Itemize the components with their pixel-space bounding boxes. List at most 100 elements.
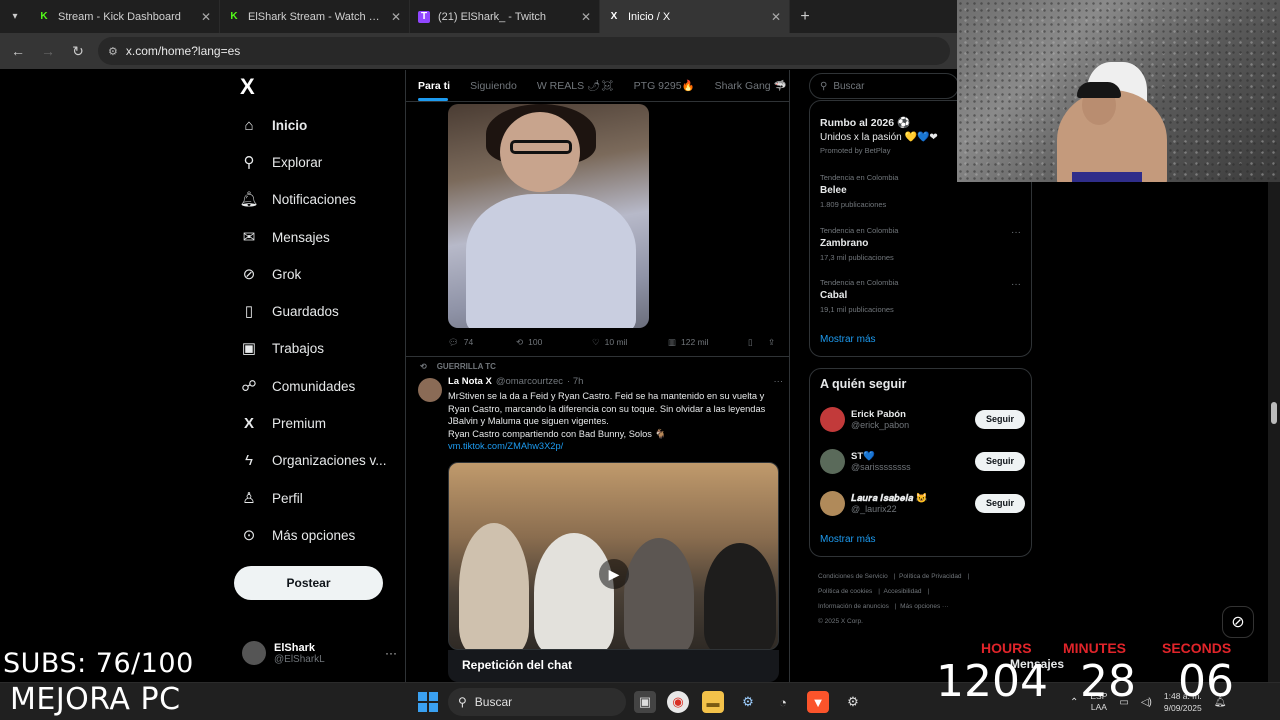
sidebar-footer: Condiciones de Servicio | Política de Pri… [818, 573, 970, 625]
timeline[interactable]: Para ti Siguiendo W REALS 🌶☠ PTG 9295🔥 S… [405, 70, 790, 682]
repost-by[interactable]: GUERRILLA TC [437, 362, 496, 371]
profile-name: ElShark [274, 641, 315, 654]
follow-suggestion[interactable]: 𝑳𝒂𝒖𝒓𝒂 𝑰𝒔𝒂𝒃𝒆𝒍𝒂 😺 @_laurix22 Seguir [820, 490, 1025, 516]
task-view-icon[interactable]: ▣ [634, 691, 656, 713]
brave-icon[interactable]: ▼ [807, 691, 829, 713]
footer-link[interactable]: Política de Privacidad [899, 573, 962, 580]
nav-item-trabajos[interactable]: ▣ Trabajos [240, 335, 324, 361]
browser-tab-1[interactable]: K ElShark Stream - Watch Live on ✕ [220, 0, 410, 33]
reply-icon: 💬︎ [448, 336, 459, 347]
nav-item-perfil[interactable]: ♙ Perfil [240, 485, 303, 511]
tab-title: ElShark Stream - Watch Live on [248, 10, 383, 23]
avatar[interactable] [418, 378, 442, 402]
chrome-icon[interactable]: ◉ [667, 691, 689, 713]
reply-button[interactable]: 💬︎ 74 [448, 337, 516, 348]
tweet-video[interactable]: ▶ [448, 462, 779, 650]
bookmark-button[interactable]: ▯ [748, 337, 768, 348]
tab-para-ti[interactable]: Para ti [418, 80, 450, 92]
more-icon: ⊙ [242, 527, 256, 544]
follow-suggestion[interactable]: Erick Pabón @erick_pabon Seguir [820, 406, 1025, 432]
like-button[interactable]: ♡ 10 mil [592, 337, 668, 348]
follow-button[interactable]: Seguir [975, 409, 1025, 429]
avatar[interactable] [820, 490, 845, 516]
close-icon[interactable]: ✕ [201, 10, 211, 24]
more-dots-icon[interactable]: ··· [385, 646, 397, 660]
footer-link[interactable]: Política de cookies [818, 588, 872, 595]
show-more-link[interactable]: Mostrar más [820, 534, 876, 545]
avatar[interactable] [820, 448, 845, 474]
account-switcher[interactable]: ElShark @ElSharkL ··· [242, 638, 397, 668]
trend-item[interactable]: Tendencia en Colombia Belee 1.809 public… [820, 173, 898, 209]
tab-list-ptg[interactable]: PTG 9295🔥 [634, 79, 695, 92]
author-name[interactable]: La Nota X [448, 376, 492, 387]
footer-link[interactable]: Accesibilidad [884, 588, 922, 595]
follow-button[interactable]: Seguir [975, 451, 1025, 471]
footer-link[interactable]: Condiciones de Servicio [818, 573, 888, 580]
close-icon[interactable]: ✕ [771, 10, 781, 24]
back-arrow-icon[interactable]: ← [8, 43, 28, 59]
file-explorer-icon[interactable]: ▬ [702, 691, 724, 713]
more-dots-icon[interactable]: ··· [1011, 279, 1021, 290]
site-info-icon[interactable]: ⚙ [108, 45, 118, 58]
views-button[interactable]: ▥ 122 mil [668, 337, 748, 348]
scrollbar-thumb[interactable] [1271, 402, 1277, 424]
follow-button[interactable]: Seguir [975, 493, 1025, 513]
nav-item-mensajes[interactable]: ✉ Mensajes [240, 224, 330, 250]
nav-item-mas-opciones[interactable]: ⊙ Más opciones [240, 522, 356, 548]
tweet-link[interactable]: vm.tiktok.com/ZMAhw3X2p/ [448, 441, 563, 451]
volume-icon[interactable]: ◁) [1141, 697, 1152, 708]
follow-suggestion[interactable]: ST💙 @sarissssssss Seguir [820, 448, 1025, 474]
grok-icon[interactable]: ⊘ [1222, 606, 1254, 638]
chevron-up-icon[interactable]: ⌃ [1070, 697, 1078, 708]
chat-replay-label[interactable]: Repetición del chat [448, 650, 779, 682]
nav-item-notificaciones[interactable]: 🔔︎ Notificaciones [239, 186, 356, 212]
trend-item[interactable]: Tendencia en Colombia Cabal 19,1 mil pub… [820, 278, 898, 314]
close-icon[interactable]: ✕ [391, 10, 401, 24]
forward-arrow-icon[interactable]: → [38, 43, 58, 59]
tab-list-w-reals[interactable]: W REALS 🌶☠ [537, 79, 614, 92]
tweet-time[interactable]: · 7h [567, 376, 583, 387]
tab-list-shark-gang[interactable]: Shark Gang 🦈 [715, 79, 787, 92]
footer-link[interactable]: Más opciones ··· [900, 603, 948, 610]
footer-link[interactable]: Información de anuncios [818, 603, 889, 610]
nav-item-guardados[interactable]: ▯ Guardados [240, 298, 339, 324]
nav-item-grok[interactable]: ⊘ Grok [240, 261, 302, 287]
more-dots-icon[interactable]: ··· [1011, 227, 1021, 238]
page-scrollbar[interactable] [1268, 182, 1280, 682]
new-tab-button[interactable]: + [790, 8, 820, 26]
share-button[interactable]: ⇪ [768, 337, 775, 348]
nav-item-premium[interactable]: X Premium [240, 410, 326, 436]
url-field[interactable]: ⚙ x.com/home?lang=es [98, 37, 950, 65]
tab-siguiendo[interactable]: Siguiendo [470, 80, 517, 92]
nav-item-comunidades[interactable]: ☍ Comunidades [240, 373, 355, 399]
post-button[interactable]: Postear [234, 566, 383, 600]
chart-icon: ▥ [668, 336, 677, 347]
author-handle[interactable]: @omarcourtzec [496, 376, 563, 387]
browser-tab-0[interactable]: K Stream - Kick Dashboard ✕ [30, 0, 220, 33]
nav-item-explorar[interactable]: ⚲ Explorar [240, 149, 323, 175]
tweet-photo[interactable] [448, 104, 649, 328]
windows-start-icon[interactable] [418, 692, 438, 712]
trend-item[interactable]: Tendencia en Colombia Zambrano 17,3 mil … [820, 226, 898, 262]
x-logo-icon[interactable]: X [240, 76, 262, 98]
steam-icon[interactable]: ⚙ [737, 691, 759, 713]
avatar[interactable] [820, 406, 845, 432]
taskbar-search[interactable]: ⚲ Buscar [448, 688, 626, 716]
repost-button[interactable]: ⟲ 100 [516, 337, 592, 348]
search-input[interactable]: ⚲ Buscar [809, 73, 959, 99]
address-bar-row: ← → ↻ ⚙ x.com/home?lang=es [0, 33, 958, 69]
nav-item-organizaciones[interactable]: ϟ Organizaciones v... [240, 447, 387, 473]
show-more-link[interactable]: Mostrar más [820, 334, 876, 345]
nav-item-inicio[interactable]: ⌂ Inicio [240, 112, 307, 138]
more-dots-icon[interactable]: ··· [774, 376, 784, 387]
browser-tab-3[interactable]: X Inicio / X ✕ [600, 0, 790, 33]
reload-icon[interactable]: ↻ [68, 43, 88, 60]
tab-search-menu[interactable]: ▾ [0, 0, 30, 33]
play-icon[interactable]: ▶ [599, 559, 629, 589]
search-icon: ⚲ [458, 695, 467, 709]
settings-icon[interactable]: ⚙ [842, 691, 864, 713]
browser-tab-2[interactable]: T (21) ElShark_ - Twitch ✕ [410, 0, 600, 33]
app-icon[interactable]: ◔ [772, 691, 794, 713]
promoted-trend[interactable]: Rumbo al 2026 ⚽ Unidos x la pasión 💛💙❤ P… [820, 116, 938, 155]
close-icon[interactable]: ✕ [581, 10, 591, 24]
